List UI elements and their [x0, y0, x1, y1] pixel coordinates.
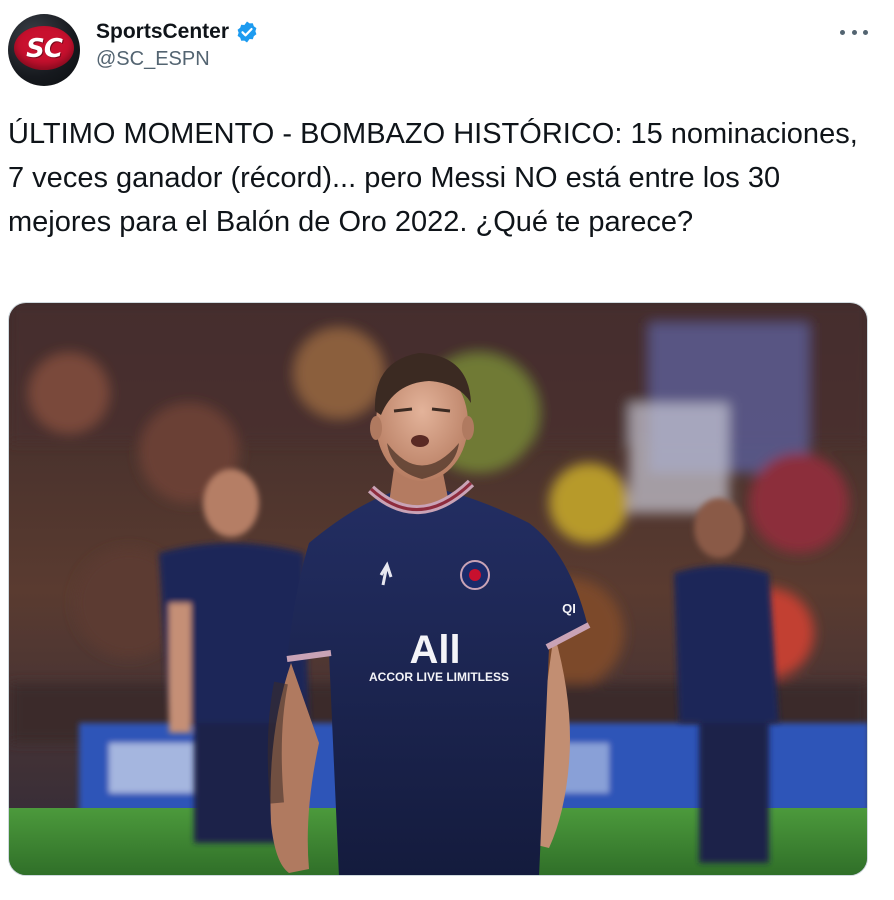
- display-name[interactable]: SportsCenter: [96, 20, 229, 44]
- tweet-text: ÚLTIMO MOMENTO - BOMBAZO HISTÓRICO: 15 n…: [8, 118, 858, 238]
- display-name-row: SportsCenter: [96, 18, 259, 46]
- photo-illustration: All ACCOR LIVE LIMITLESS QI: [9, 303, 867, 875]
- avatar-logo-text: SC: [26, 34, 63, 64]
- more-dot: [863, 29, 868, 35]
- tweet-header: SC SportsCenter @SC_ESPN: [8, 12, 259, 88]
- user-handle[interactable]: @SC_ESPN: [96, 48, 259, 71]
- verified-badge-icon: [235, 20, 259, 44]
- more-options-icon[interactable]: [840, 22, 868, 42]
- avatar[interactable]: SC: [8, 14, 80, 86]
- jersey-brand-text: All: [409, 628, 460, 672]
- sleeve-text: QI: [562, 601, 576, 616]
- more-dot: [840, 29, 845, 35]
- author-names: SportsCenter @SC_ESPN: [96, 18, 259, 71]
- jersey-sponsor-text: ACCOR LIVE LIMITLESS: [369, 670, 509, 684]
- tweet-card: SC SportsCenter @SC_ESPN ÚLTIMO MOMENTO …: [0, 0, 894, 900]
- more-dot: [851, 29, 857, 35]
- tweet-photo[interactable]: All ACCOR LIVE LIMITLESS QI: [8, 302, 868, 876]
